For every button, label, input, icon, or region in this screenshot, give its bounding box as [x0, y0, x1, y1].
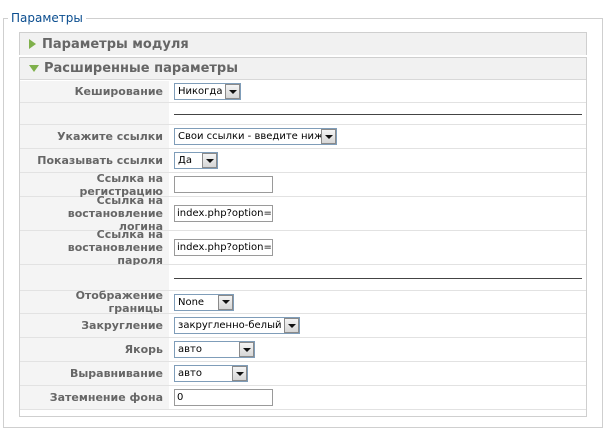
- border-display-select[interactable]: None: [174, 293, 234, 311]
- field-label: Кеширование: [20, 81, 169, 102]
- triangle-down-icon: [29, 65, 39, 72]
- row-rounding: Закругление закругленно-белый: [20, 314, 586, 338]
- field-label: Укажите ссылки: [20, 125, 169, 148]
- chevron-down-icon[interactable]: [284, 318, 299, 333]
- row-links-source: Укажите ссылки Свои ссылки - введите ниж…: [20, 125, 586, 149]
- panel-module-params: Параметры модуля: [19, 32, 587, 55]
- field-label: [20, 265, 169, 290]
- chevron-down-icon[interactable]: [232, 366, 247, 381]
- chevron-down-icon[interactable]: [239, 342, 254, 357]
- panel-advanced-params: Расширенные параметры Кеширование Никогд…: [19, 57, 587, 417]
- field-label: Ссылка на регистрацию: [20, 172, 169, 198]
- separator-line: [174, 113, 582, 115]
- separator-line: [174, 277, 582, 279]
- register-link-input[interactable]: [174, 176, 273, 193]
- field-label: Выравнивание: [20, 362, 169, 385]
- panel-advanced-params-header[interactable]: Расширенные параметры: [20, 58, 586, 80]
- chevron-down-icon[interactable]: [321, 129, 336, 144]
- field-label: [20, 103, 169, 124]
- field-label: Затемнение фона: [20, 386, 169, 409]
- row-password-restore: Ссылка на востановление пароля index.php…: [20, 228, 586, 267]
- show-links-select[interactable]: Да: [174, 152, 218, 169]
- panel-module-params-header[interactable]: Параметры модуля: [20, 33, 586, 55]
- bg-dim-input[interactable]: 0: [174, 389, 273, 406]
- rounding-select[interactable]: закругленно-белый: [174, 317, 300, 334]
- login-restore-input[interactable]: index.php?option=cc: [174, 205, 273, 222]
- triangle-right-icon: [29, 39, 36, 49]
- row-caching: Кеширование Никогда: [20, 81, 586, 103]
- caching-select[interactable]: Никогда: [174, 83, 241, 100]
- row-border-display: Отображение границы None: [20, 289, 586, 315]
- panel-title: Параметры модуля: [42, 36, 189, 52]
- anchor-select[interactable]: авто: [174, 341, 255, 358]
- field-label: Ссылка на востановление логина: [20, 194, 169, 233]
- row-login-restore: Ссылка на востановление логина index.php…: [20, 194, 586, 233]
- row-separator: [20, 103, 586, 125]
- row-show-links: Показывать ссылки Да: [20, 149, 586, 173]
- field-label: Ссылка на востановление пароля: [20, 228, 169, 267]
- alignment-select[interactable]: авто: [174, 365, 248, 382]
- row-anchor: Якорь авто: [20, 338, 586, 362]
- field-label: Показывать ссылки: [20, 149, 169, 172]
- row-alignment: Выравнивание авто: [20, 362, 586, 386]
- password-restore-input[interactable]: index.php?option=cc: [174, 239, 273, 256]
- field-label: Якорь: [20, 338, 169, 361]
- links-source-select[interactable]: Свои ссылки - введите ниже: [174, 128, 337, 145]
- row-separator: [20, 265, 586, 291]
- panel-title: Расширенные параметры: [44, 61, 238, 76]
- chevron-down-icon[interactable]: [218, 294, 233, 310]
- row-bg-dim: Затемнение фона 0: [20, 386, 586, 410]
- fieldset-legend: Параметры: [8, 11, 86, 25]
- chevron-down-icon[interactable]: [202, 153, 217, 168]
- field-label: Закругление: [20, 314, 169, 337]
- field-label: Отображение границы: [20, 289, 169, 315]
- chevron-down-icon[interactable]: [225, 84, 240, 99]
